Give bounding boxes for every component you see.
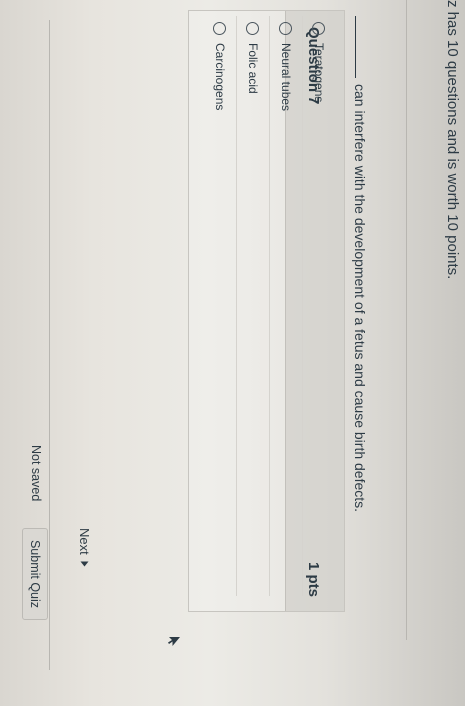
- question-prompt: can interfere with the development of a …: [352, 84, 368, 513]
- answer-label[interactable]: Teratogens: [312, 43, 326, 102]
- answer-option-teratogens[interactable]: Teratogens: [302, 16, 335, 596]
- answer-label[interactable]: Carcinogens: [213, 43, 227, 110]
- caret-icon[interactable]: [80, 561, 89, 567]
- save-status: Not saved: [29, 445, 43, 502]
- answer-option-folic-acid[interactable]: Folic acid: [236, 16, 269, 596]
- quiz-page: z has 10 questions and is worth 10 point…: [0, 0, 465, 706]
- answer-list: Teratogens Neural tubes Folic acid Carci…: [204, 16, 335, 596]
- question-text: can interfere with the development of a …: [352, 16, 368, 512]
- radio-button[interactable]: [246, 22, 260, 35]
- answer-label[interactable]: Neural tubes: [279, 43, 293, 111]
- radio-button[interactable]: [213, 22, 227, 35]
- next-button[interactable]: Next: [77, 528, 92, 568]
- mouse-pointer-icon: [168, 637, 180, 646]
- radio-button[interactable]: [279, 22, 293, 35]
- answer-option-neural-tubes[interactable]: Neural tubes: [269, 16, 302, 596]
- quiz-intro-text: z has 10 questions and is worth 10 point…: [444, 0, 461, 280]
- divider: [406, 0, 407, 640]
- divider: [49, 20, 50, 670]
- submit-quiz-button[interactable]: Submit Quiz: [22, 528, 48, 620]
- answer-option-carcinogens[interactable]: Carcinogens: [204, 16, 236, 596]
- answer-label[interactable]: Folic acid: [246, 43, 260, 94]
- next-label[interactable]: Next: [77, 528, 92, 555]
- answer-blank: [355, 16, 356, 78]
- radio-button[interactable]: [312, 22, 326, 35]
